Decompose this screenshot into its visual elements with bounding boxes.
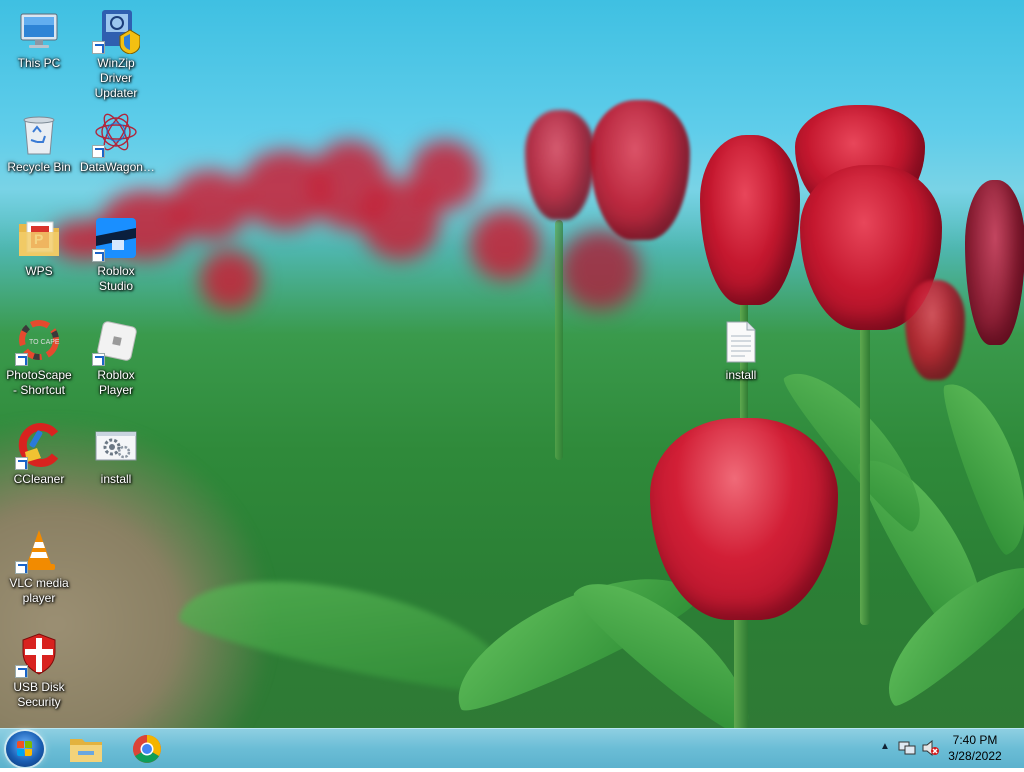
shortcut-arrow-icon xyxy=(92,249,105,262)
computer-icon xyxy=(15,6,63,54)
desktop-icon-label: WinZip Driver Updater xyxy=(94,56,138,100)
taskbar-file-explorer-button[interactable] xyxy=(58,731,114,767)
desktop-icon-label: Roblox Player xyxy=(97,368,135,397)
desktop-wallpaper[interactable]: This PC WinZip Driver Updater Recycle Bi… xyxy=(0,0,1024,728)
desktop-icon-label: Roblox Studio xyxy=(97,264,135,293)
volume-muted-icon[interactable] xyxy=(922,740,940,756)
start-button[interactable] xyxy=(6,731,44,767)
desktop-icon-label: This PC xyxy=(17,56,61,70)
desktop-icon-recycle-bin[interactable]: Recycle Bin xyxy=(1,106,77,175)
roblox-player-icon xyxy=(92,318,140,366)
datawagon-icon xyxy=(92,110,140,158)
desktop-icon-photoscape[interactable]: TO CAPE PhotoScape - Shortcut xyxy=(1,314,77,398)
desktop-icon-usb-disk-security[interactable]: USB Disk Security xyxy=(1,626,77,710)
windows-start-icon xyxy=(17,741,33,757)
desktop-icon-ccleaner[interactable]: CCleaner xyxy=(1,418,77,487)
desktop-icon-install-settings[interactable]: install xyxy=(78,418,154,487)
clock-date: 3/28/2022 xyxy=(948,749,1002,763)
ccleaner-icon xyxy=(15,422,63,470)
shortcut-arrow-icon xyxy=(92,353,105,366)
desktop-icon-this-pc[interactable]: This PC xyxy=(1,2,77,71)
desktop-icon-vlc-media-player[interactable]: VLC media player xyxy=(1,522,77,606)
text-file-icon xyxy=(717,318,765,366)
desktop-icon-wps[interactable]: P WPS xyxy=(1,210,77,279)
chrome-icon xyxy=(133,735,161,763)
photoscape-icon: TO CAPE xyxy=(15,318,63,366)
clock-time: 7:40 PM xyxy=(952,733,998,747)
desktop-icon-roblox-player[interactable]: Roblox Player xyxy=(78,314,154,398)
desktop-icon-datawagon[interactable]: DataWagon… xyxy=(78,106,155,175)
file-explorer-icon xyxy=(70,739,102,762)
shield-icon xyxy=(15,630,63,678)
svg-text:TO CAPE: TO CAPE xyxy=(29,339,60,346)
desktop-icon-label: install xyxy=(100,472,132,486)
settings-file-icon xyxy=(92,422,140,470)
desktop-icon-label: DataWagon… xyxy=(80,160,155,174)
shortcut-arrow-icon xyxy=(15,457,28,470)
desktop-icon-label: PhotoScape - Shortcut xyxy=(6,368,72,397)
clock[interactable]: 7:40 PM 3/28/2022 xyxy=(940,732,1010,764)
desktop-icon-label: WPS xyxy=(25,264,53,278)
desktop-icon-label: VLC media player xyxy=(9,576,69,605)
recycle-bin-icon xyxy=(15,110,63,158)
shortcut-arrow-icon xyxy=(15,665,28,678)
system-tray: ▲ 7:40 PM 3/28/2022 xyxy=(864,729,1024,769)
desktop-icon-label: install xyxy=(725,368,757,382)
winzip-driver-updater-icon xyxy=(92,6,141,55)
desktop-icon-install-text[interactable]: install xyxy=(703,314,779,383)
desktop-icon-label: USB Disk Security xyxy=(13,680,65,709)
roblox-studio-icon xyxy=(92,214,140,262)
shortcut-arrow-icon xyxy=(92,145,105,158)
taskbar-chrome-button[interactable] xyxy=(120,731,176,767)
desktop-icon-winzip-driver-updater[interactable]: WinZip Driver Updater xyxy=(78,2,154,101)
taskbar: ▲ 7:40 PM 3/28/2022 xyxy=(0,728,1024,768)
network-icon[interactable] xyxy=(898,740,916,756)
desktop-icon-label: CCleaner xyxy=(13,472,65,486)
shortcut-arrow-icon xyxy=(15,353,28,366)
desktop-icon-label: Recycle Bin xyxy=(7,160,71,174)
desktop-icon-roblox-studio[interactable]: Roblox Studio xyxy=(78,210,154,294)
shortcut-arrow-icon xyxy=(92,41,105,54)
folder-icon: P xyxy=(15,214,63,262)
shortcut-arrow-icon xyxy=(15,561,28,574)
vlc-icon xyxy=(15,526,63,574)
chevron-up-icon[interactable]: ▲ xyxy=(880,741,890,752)
